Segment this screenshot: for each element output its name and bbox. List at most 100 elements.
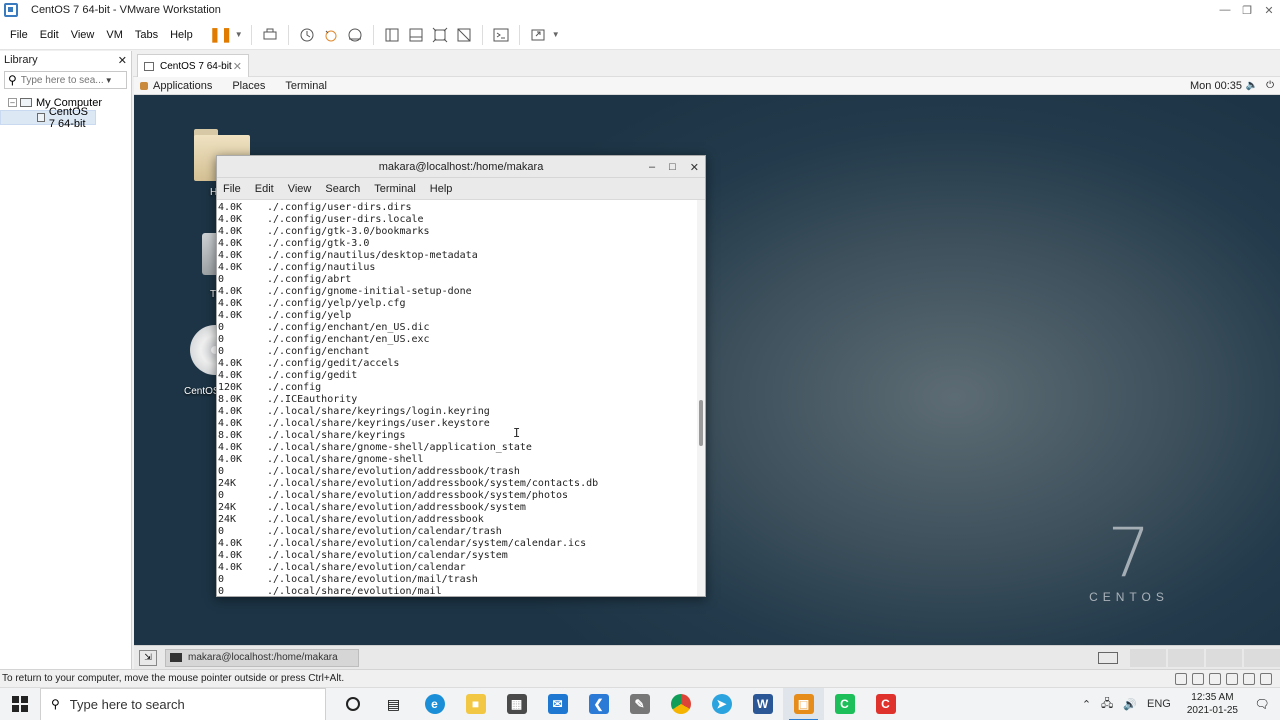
window-list-terminal[interactable]: makara@localhost:/home/makara bbox=[165, 648, 359, 667]
scrollbar-thumb[interactable] bbox=[699, 400, 703, 446]
disk-usage-size: 4.0K bbox=[218, 214, 243, 225]
workspace-1[interactable] bbox=[1130, 648, 1166, 667]
word-icon[interactable]: W bbox=[742, 688, 783, 720]
revert-snapshot-icon[interactable] bbox=[319, 23, 343, 47]
terminal-menu-edit[interactable]: Edit bbox=[255, 183, 274, 195]
cortana-icon[interactable] bbox=[332, 688, 373, 720]
terminal-menu[interactable]: Terminal bbox=[285, 80, 327, 92]
window-title: CentOS 7 64-bit - VMware Workstation bbox=[31, 4, 221, 16]
terminal-minimize-icon[interactable]: – bbox=[649, 161, 655, 173]
close-button[interactable]: ✕ bbox=[1258, 0, 1280, 20]
terminal-line: 4.0K ./.local/share/gnome-shell bbox=[217, 454, 697, 466]
thumbnail-bar-icon[interactable] bbox=[404, 23, 428, 47]
terminal-line: 4.0K ./.local/share/evolution/calendar bbox=[217, 562, 697, 574]
gnome-clock[interactable]: Mon 00:35 bbox=[1190, 80, 1242, 92]
network-icon[interactable] bbox=[1209, 672, 1221, 685]
chevron-down-icon[interactable]: ▼ bbox=[105, 76, 113, 85]
show-desktop-icon[interactable]: ⇲ bbox=[139, 649, 157, 666]
task-view-icon[interactable]: ▤ bbox=[373, 688, 414, 720]
console-view-icon[interactable] bbox=[489, 23, 513, 47]
unity-icon[interactable] bbox=[452, 23, 476, 47]
taskbar-search-input[interactable] bbox=[69, 696, 300, 712]
stretch-dropdown-icon[interactable]: ▼ bbox=[550, 23, 562, 47]
vmware-taskbar-icon[interactable]: ▣ bbox=[783, 687, 824, 720]
menu-help[interactable]: Help bbox=[164, 29, 199, 41]
chrome-icon[interactable] bbox=[660, 688, 701, 720]
menu-view[interactable]: View bbox=[65, 29, 101, 41]
workspace-3[interactable] bbox=[1206, 648, 1242, 667]
applications-menu[interactable]: Applications bbox=[140, 80, 232, 92]
hard-disk-icon[interactable] bbox=[1175, 672, 1187, 685]
restore-button[interactable]: ❐ bbox=[1236, 0, 1258, 20]
workspace-4[interactable] bbox=[1244, 648, 1280, 667]
message-tray-icon[interactable] bbox=[1098, 651, 1118, 664]
tree-item-centos[interactable]: CentOS 7 64-bit bbox=[0, 106, 96, 130]
pause-dropdown-icon[interactable]: ▼ bbox=[233, 23, 245, 47]
cd-dvd-icon[interactable] bbox=[1192, 672, 1204, 685]
menu-edit[interactable]: Edit bbox=[34, 29, 65, 41]
workspace-2[interactable] bbox=[1168, 648, 1204, 667]
full-screen-icon[interactable] bbox=[428, 23, 452, 47]
places-menu[interactable]: Places bbox=[232, 80, 265, 92]
vscode-icon[interactable]: ❮ bbox=[578, 688, 619, 720]
minimize-button[interactable]: — bbox=[1214, 0, 1236, 20]
guest-screen[interactable]: Applications Places Terminal Mon 00:35 🔈… bbox=[134, 77, 1280, 645]
tab-close-icon[interactable]: ✕ bbox=[233, 60, 242, 73]
store-icon[interactable]: ▦ bbox=[496, 688, 537, 720]
input-language[interactable]: ENG bbox=[1147, 698, 1171, 710]
disk-usage-path: ./.local/share/keyrings bbox=[267, 430, 406, 441]
usb-icon[interactable] bbox=[1226, 672, 1238, 685]
notifications-icon[interactable]: 🗨 bbox=[1250, 697, 1274, 711]
library-close-icon[interactable]: ✕ bbox=[118, 54, 127, 67]
pause-icon[interactable]: ❚❚ bbox=[209, 23, 233, 47]
disk-usage-path: ./.config bbox=[267, 382, 322, 393]
paint-icon[interactable]: ✎ bbox=[619, 688, 660, 720]
pycharm-icon[interactable]: C bbox=[824, 688, 865, 720]
taskbar-search[interactable]: ⚲ bbox=[40, 687, 326, 720]
disk-usage-path: ./.ICEauthority bbox=[267, 394, 358, 405]
clion-icon[interactable]: C bbox=[865, 688, 906, 720]
collapse-icon[interactable]: – bbox=[8, 98, 17, 107]
start-button[interactable] bbox=[0, 688, 40, 720]
menu-tabs[interactable]: Tabs bbox=[129, 29, 164, 41]
taskbar-clock[interactable]: 12:35 AM 2021-01-25 bbox=[1187, 691, 1238, 717]
snapshot-icon[interactable] bbox=[295, 23, 319, 47]
terminal-menu-help[interactable]: Help bbox=[430, 183, 453, 195]
library-search-input[interactable] bbox=[20, 74, 103, 86]
library-search[interactable]: ⚲ ▼ bbox=[4, 71, 127, 89]
disk-usage-path: ./.config/gnome-initial-setup-done bbox=[267, 286, 472, 297]
vmware-logo-icon bbox=[4, 3, 18, 17]
terminal-output[interactable]: 4.0K ./.config/user-dirs.dirs 4.0K ./.confi… bbox=[217, 200, 697, 596]
network-tray-icon[interactable]: 🖧 bbox=[1101, 695, 1113, 714]
display-icon[interactable] bbox=[1260, 672, 1272, 685]
system-menu[interactable]: 🔈 ⏻ bbox=[1246, 80, 1274, 91]
mail-icon[interactable]: ✉ bbox=[537, 688, 578, 720]
disk-usage-size: 120K bbox=[218, 382, 243, 393]
terminal-scrollbar[interactable] bbox=[697, 200, 705, 596]
terminal-menu-terminal[interactable]: Terminal bbox=[374, 183, 416, 195]
edge-icon[interactable]: e bbox=[414, 688, 455, 720]
tray-overflow-icon[interactable]: ⌃ bbox=[1082, 698, 1091, 711]
terminal-window[interactable]: makara@localhost:/home/makara – □ ✕ File… bbox=[216, 155, 706, 597]
tab-centos[interactable]: CentOS 7 64-bit ✕ bbox=[137, 54, 249, 77]
terminal-menu-view[interactable]: View bbox=[288, 183, 312, 195]
telegram-icon[interactable]: ➤ bbox=[701, 688, 742, 720]
disk-usage-size: 4.0K bbox=[218, 442, 243, 453]
stretch-guest-icon[interactable] bbox=[526, 23, 550, 47]
menu-vm[interactable]: VM bbox=[100, 29, 129, 41]
disk-usage-path: ./.config/enchant/en_US.exc bbox=[267, 334, 430, 345]
file-explorer-icon[interactable]: ■ bbox=[455, 688, 496, 720]
terminal-close-icon[interactable]: ✕ bbox=[690, 161, 699, 174]
show-library-icon[interactable] bbox=[380, 23, 404, 47]
terminal-line: 4.0K ./.local/share/evolution/calendar/sy… bbox=[217, 538, 697, 550]
terminal-titlebar[interactable]: makara@localhost:/home/makara – □ ✕ bbox=[217, 156, 705, 178]
sound-icon[interactable] bbox=[1243, 672, 1255, 685]
terminal-menu-search[interactable]: Search bbox=[325, 183, 360, 195]
snapshot-manager-icon[interactable] bbox=[343, 23, 367, 47]
terminal-menu-file[interactable]: File bbox=[223, 183, 241, 195]
terminal-maximize-icon[interactable]: □ bbox=[669, 161, 676, 173]
send-ctrl-alt-del-icon[interactable] bbox=[258, 23, 282, 47]
volume-tray-icon[interactable]: 🔊 bbox=[1123, 698, 1137, 711]
menu-file[interactable]: File bbox=[4, 29, 34, 41]
disk-usage-path: ./.config/enchant/en_US.dic bbox=[267, 322, 430, 333]
